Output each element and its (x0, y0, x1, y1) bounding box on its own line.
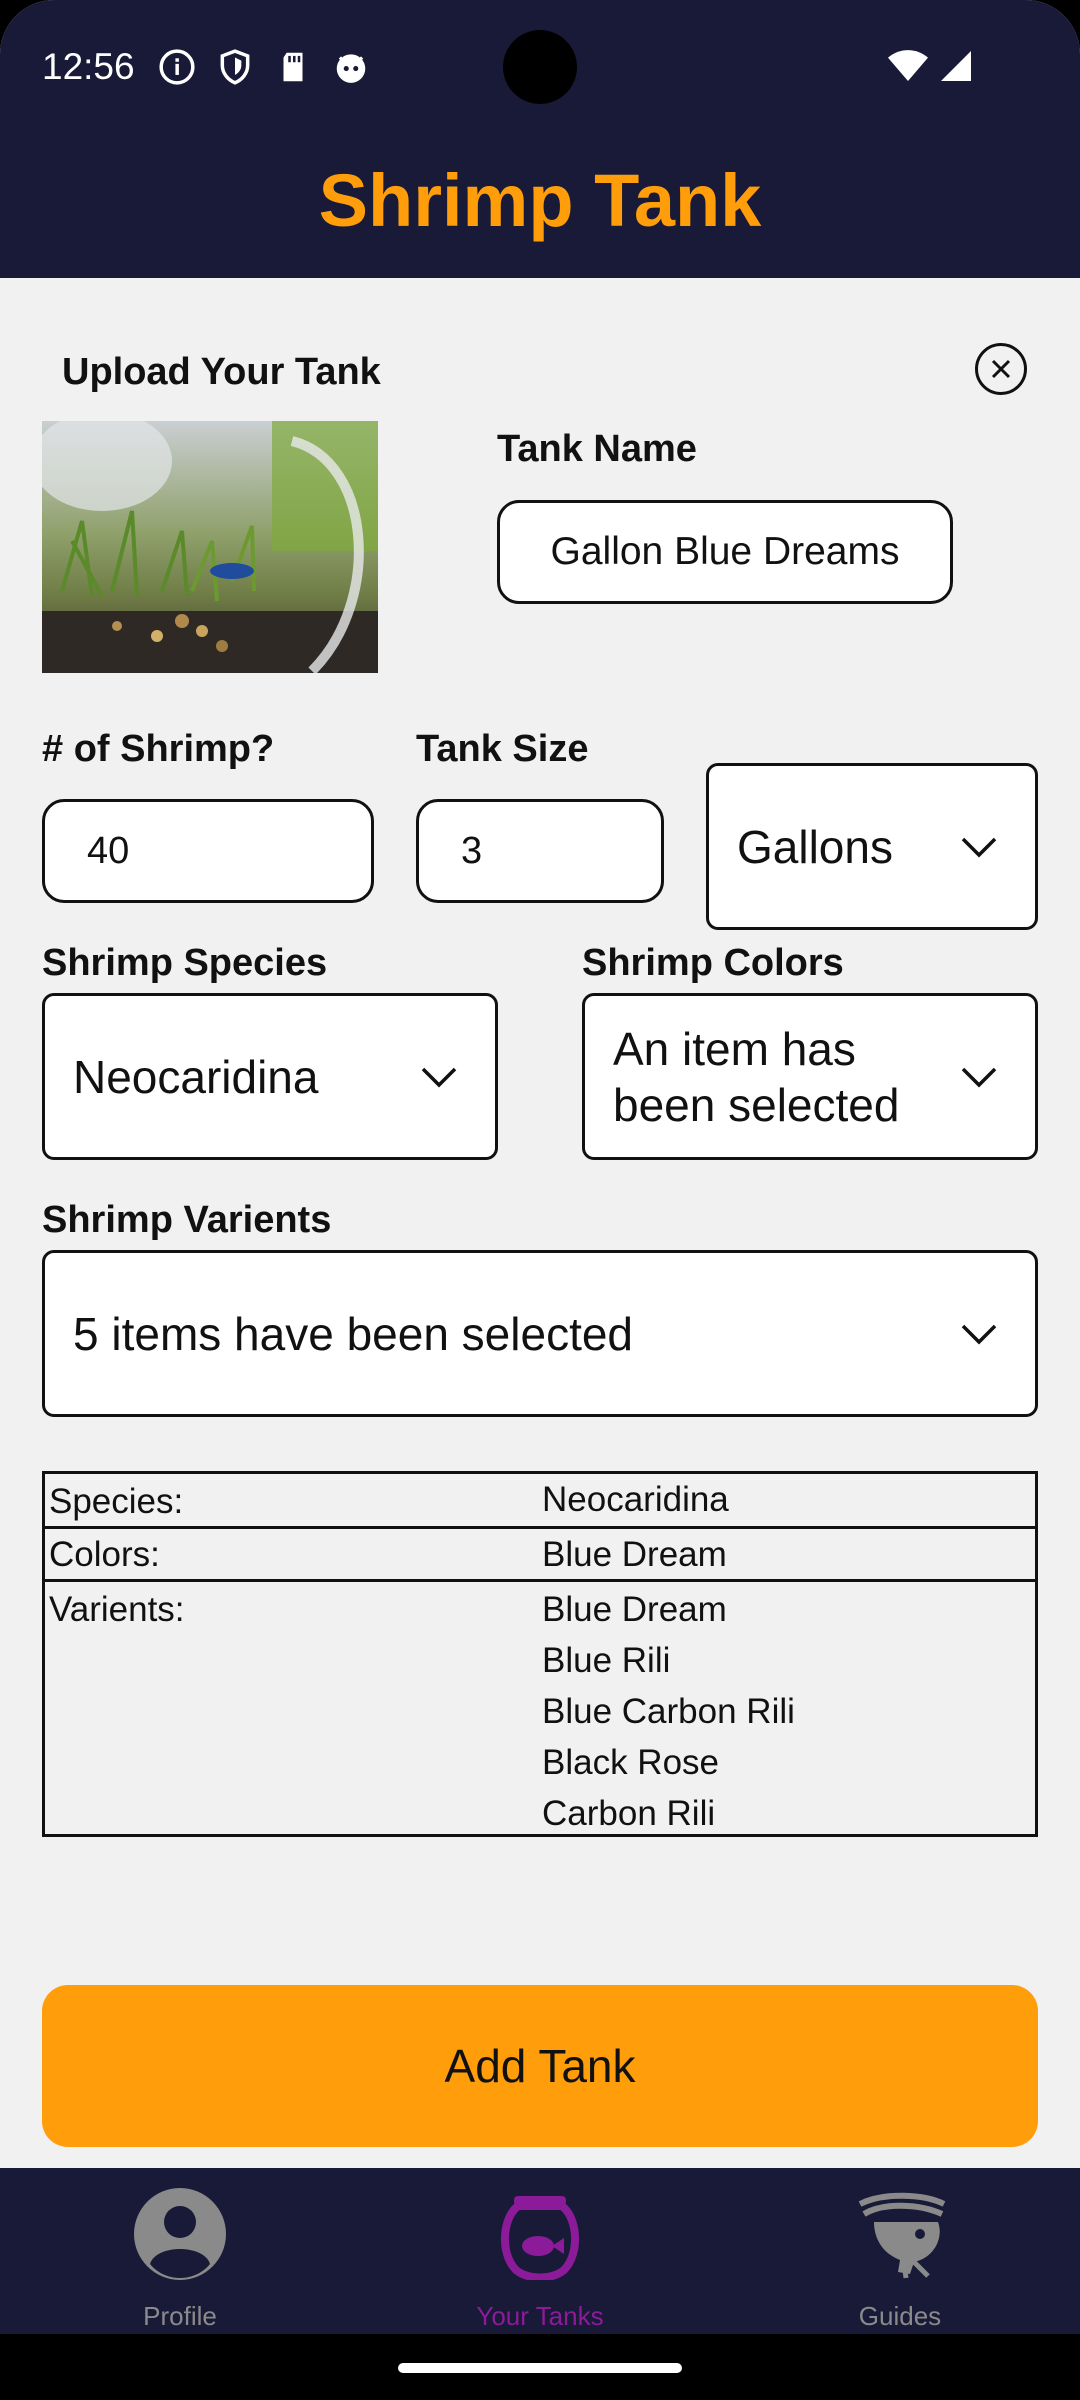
device-frame: 12:56 Shrimp Tank Upload Your Tank Tank … (0, 0, 1080, 2400)
nav-label-profile: Profile (143, 2301, 217, 2331)
nav-label-your-tanks: Your Tanks (476, 2301, 604, 2331)
shrimp-colors-label: Shrimp Colors (582, 942, 844, 984)
shrimp-species-value: Neocaridina (73, 1050, 319, 1103)
summary-row-species: Species: Neocaridina (45, 1474, 1035, 1529)
tank-size-label: Tank Size (416, 728, 589, 770)
app-title: Shrimp Tank (318, 159, 762, 242)
tank-name-input[interactable]: Gallon Blue Dreams (497, 500, 953, 604)
gesture-navigation-bar[interactable] (398, 2363, 682, 2373)
nav-item-profile[interactable]: Profile (0, 2168, 360, 2334)
profile-icon (134, 2188, 226, 2280)
close-button[interactable] (975, 343, 1027, 395)
shrimp-species-label: Shrimp Species (42, 942, 328, 984)
varient-item: Blue Rili (542, 1641, 671, 1680)
upload-tank-label: Upload Your Tank (62, 351, 381, 393)
tank-size-unit-select[interactable]: Gallons (706, 763, 1038, 930)
nav-label-guides: Guides (858, 2301, 942, 2331)
nav-item-your-tanks[interactable]: Your Tanks (360, 2168, 720, 2334)
summary-key: Varients: (49, 1590, 185, 1629)
chevron-down-icon (421, 1067, 457, 1087)
add-tank-label: Add Tank (444, 2040, 636, 2092)
shrimp-count-input[interactable]: 40 (42, 799, 374, 903)
varient-item: Black Rose (542, 1743, 720, 1782)
tank-size-input[interactable]: 3 (416, 799, 664, 903)
tank-name-value: Gallon Blue Dreams (550, 530, 900, 573)
shrimp-varients-label: Shrimp Varients (42, 1199, 332, 1241)
shrimp-count-value: 40 (87, 829, 130, 872)
summary-key: Species: (49, 1482, 184, 1521)
fishbowl-icon (500, 2196, 580, 2280)
tank-size-value: 3 (461, 829, 483, 872)
chevron-down-icon (961, 1324, 997, 1344)
status-bar: 12:56 (0, 0, 1080, 132)
bottom-navigation: Profile Your Tanks Guides (0, 2168, 1080, 2334)
summary-row-colors: Colors: Blue Dream (45, 1529, 1035, 1582)
summary-key: Colors: (49, 1535, 160, 1574)
summary-row-varients: Varients: Blue Dream Blue Rili Blue Carb… (45, 1582, 1035, 1834)
summary-value: Neocaridina (542, 1480, 729, 1519)
close-icon (991, 359, 1011, 379)
cell-signal-icon (941, 51, 971, 81)
varient-item: Blue Dream (542, 1590, 727, 1629)
app-screen: 12:56 Shrimp Tank Upload Your Tank Tank … (0, 0, 1080, 2334)
shrimp-species-select[interactable]: Neocaridina (42, 993, 498, 1160)
chevron-down-icon (961, 1067, 997, 1087)
shrimp-count-label: # of Shrimp? (42, 728, 275, 770)
shield-icon (220, 49, 250, 85)
shrimp-icon (858, 2192, 946, 2279)
tank-photo[interactable] (42, 421, 378, 673)
system-status-icons (888, 48, 974, 84)
add-tank-button[interactable]: Add Tank (42, 1985, 1038, 2147)
shrimp-varients-select[interactable]: 5 items have been selected (42, 1250, 1038, 1417)
varient-item: Blue Carbon Rili (542, 1692, 795, 1731)
varient-item: Carbon Rili (542, 1794, 716, 1833)
selection-summary-table: Species: Neocaridina Colors: Blue Dream … (42, 1471, 1038, 1837)
shrimp-colors-value: An item has been selected (613, 1022, 900, 1131)
cat-app-icon (336, 54, 366, 83)
tank-image (42, 421, 378, 673)
notification-icons (158, 48, 370, 86)
chevron-down-icon (961, 837, 997, 857)
summary-value: Blue Dream (542, 1535, 727, 1574)
wifi-icon (888, 50, 928, 81)
info-icon (159, 49, 195, 85)
tank-name-label: Tank Name (497, 428, 697, 470)
varients-list: Blue Dream Blue Rili Blue Carbon Rili Bl… (542, 1584, 795, 1839)
app-header: 12:56 Shrimp Tank (0, 0, 1080, 278)
shrimp-colors-select[interactable]: An item has been selected (582, 993, 1038, 1160)
camera-cutout (503, 30, 577, 104)
shrimp-varients-value: 5 items have been selected (73, 1307, 634, 1360)
tank-size-unit-value: Gallons (737, 820, 893, 873)
nav-item-guides[interactable]: Guides (720, 2168, 1080, 2334)
sd-card-icon (283, 52, 303, 82)
status-time: 12:56 (42, 46, 135, 87)
